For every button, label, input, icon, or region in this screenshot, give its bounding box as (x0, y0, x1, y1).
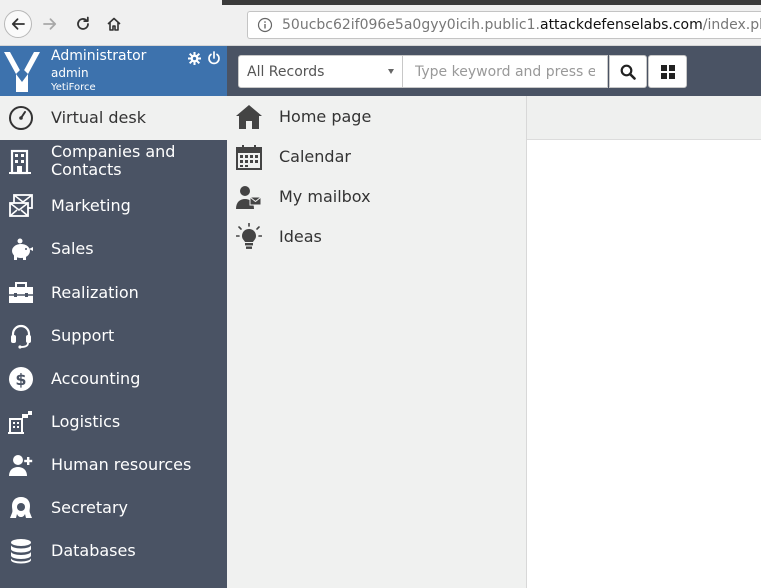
quick-item-label: Calendar (279, 147, 351, 166)
search-scope-select[interactable]: All Records (238, 55, 403, 88)
sidebar-item-label: Accounting (51, 369, 141, 388)
app-grid-button[interactable] (648, 55, 687, 88)
building-icon (7, 148, 35, 176)
lightbulb-icon (235, 223, 263, 251)
quick-item-label: Ideas (279, 227, 322, 246)
grid-icon (660, 64, 675, 79)
person-add-icon (7, 451, 35, 479)
info-icon[interactable] (257, 17, 273, 33)
dollar-icon: $ (7, 365, 35, 393)
sidebar-item-logistics[interactable]: Logistics (0, 401, 227, 443)
quick-menu-panel: Home page Calendar My mailbox Ideas (227, 96, 527, 588)
power-icon[interactable] (207, 51, 221, 65)
sidebar-item-label: Human resources (51, 455, 192, 474)
sidebar-item-label: Logistics (51, 412, 121, 431)
yetiforce-logo-icon (4, 52, 40, 92)
gear-icon[interactable] (188, 52, 201, 65)
home-icon (235, 103, 263, 131)
quick-item-label: My mailbox (279, 187, 371, 206)
sidebar-item-label: Sales (51, 239, 94, 258)
calendar-icon (235, 143, 263, 171)
quick-item-my-mailbox[interactable]: My mailbox (227, 177, 526, 217)
speedometer-icon (7, 104, 35, 132)
sidebar-item-realization[interactable]: Realization (0, 272, 227, 314)
sidebar-item-label: Marketing (51, 196, 131, 215)
user-name: Administrator (51, 48, 147, 64)
home-button[interactable] (101, 11, 127, 37)
search-icon (620, 64, 636, 80)
main-content-area (527, 141, 761, 588)
main-sidebar: Administrator admin YetiForce Virtual de… (0, 46, 227, 588)
sidebar-item-label: Realization (51, 283, 139, 302)
sidebar-item-label: Databases (51, 541, 136, 560)
arrow-right-icon (43, 18, 57, 30)
sidebar-item-support[interactable]: Support (0, 315, 227, 357)
company-name: YetiForce (51, 82, 96, 93)
browser-toolbar: 50ucbc62if096e5a0gyy0icih.public1. attack… (0, 0, 761, 46)
search-button[interactable] (609, 55, 647, 88)
search-scope-value: All Records (247, 63, 325, 80)
window-titlebar-strip (222, 0, 761, 5)
sidebar-item-label: Virtual desk (51, 108, 146, 127)
mail-user-icon (235, 183, 263, 211)
sidebar-item-label: Secretary (51, 498, 128, 517)
url-prefix: 50ucbc62if096e5a0gyy0icih.public1. (282, 17, 540, 33)
arrow-left-icon (11, 18, 25, 30)
briefcase-icon (7, 279, 35, 307)
global-search-input[interactable] (403, 55, 608, 88)
sidebar-item-databases[interactable]: Databases (0, 530, 227, 572)
back-button[interactable] (4, 10, 32, 38)
home-outline-icon (107, 17, 121, 31)
svg-text:$: $ (15, 370, 26, 389)
envelopes-icon (7, 192, 35, 220)
url-path: /index.php (702, 17, 761, 33)
warehouse-icon (7, 408, 35, 436)
user-panel: Administrator admin YetiForce (0, 46, 227, 96)
piggy-bank-icon (7, 235, 35, 263)
quick-item-calendar[interactable]: Calendar (227, 137, 526, 177)
sidebar-item-virtual-desk[interactable]: Virtual desk (0, 96, 227, 140)
sidebar-item-secretary[interactable]: Secretary (0, 487, 227, 529)
sidebar-item-sales[interactable]: Sales (0, 228, 227, 270)
secretary-icon (7, 494, 35, 522)
sidebar-item-accounting[interactable]: $ Accounting (0, 358, 227, 400)
quick-item-home-page[interactable]: Home page (227, 97, 526, 137)
forward-button[interactable] (37, 11, 63, 37)
sidebar-item-label: Support (51, 326, 115, 345)
headset-icon (7, 322, 35, 350)
sidebar-item-human-resources[interactable]: Human resources (0, 444, 227, 486)
quick-item-ideas[interactable]: Ideas (227, 217, 526, 257)
address-bar[interactable]: 50ucbc62if096e5a0gyy0icih.public1. attack… (247, 11, 761, 39)
database-icon (7, 537, 35, 565)
url-domain: attackdefenselabs.com (539, 17, 703, 33)
reload-icon (77, 16, 89, 30)
sidebar-item-marketing[interactable]: Marketing (0, 185, 227, 227)
sidebar-item-companies-contacts[interactable]: Companies and Contacts (0, 140, 227, 182)
content-header-bar (527, 96, 761, 140)
reload-button[interactable] (70, 11, 96, 37)
quick-item-label: Home page (279, 107, 372, 126)
caret-down-icon (388, 69, 394, 74)
sidebar-item-label: Companies and Contacts (51, 142, 176, 179)
user-login: admin (51, 66, 89, 80)
